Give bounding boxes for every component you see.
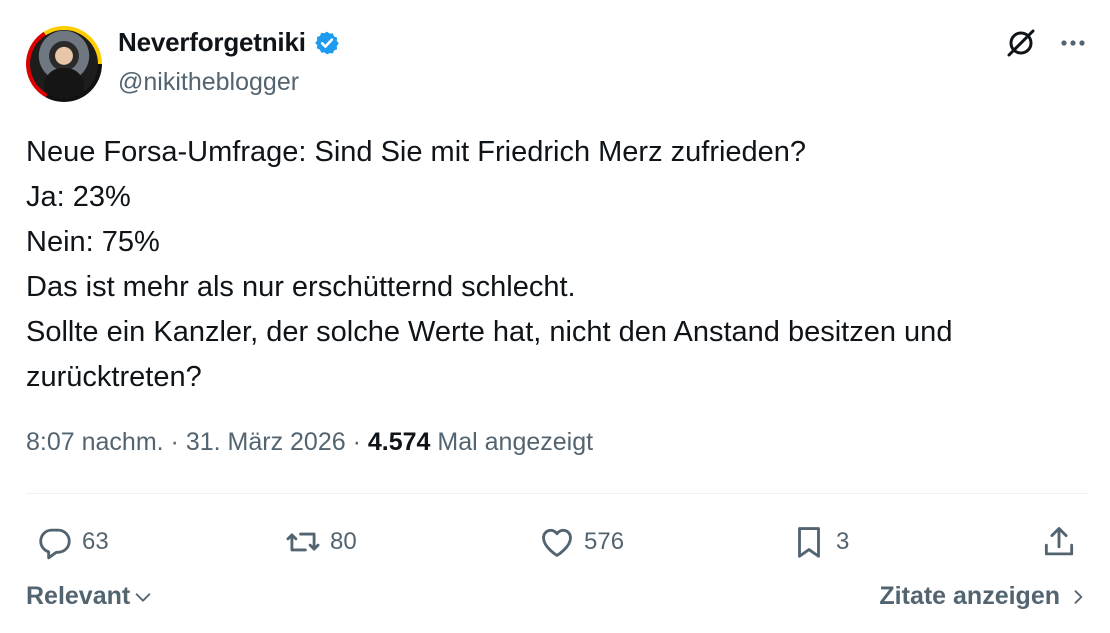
chevron-down-icon (135, 592, 151, 602)
tweet-text-line: Ja: 23% (26, 181, 131, 213)
avatar[interactable] (26, 26, 102, 102)
more-icon[interactable] (1058, 28, 1088, 58)
like-count: 576 (584, 528, 625, 555)
tweet-text: Neue Forsa-Umfrage: Sind Sie mit Friedri… (26, 130, 1086, 400)
verified-badge-icon (314, 31, 339, 54)
share-button[interactable] (1040, 518, 1078, 566)
repost-icon (286, 532, 320, 552)
quotes-label: Zitate anzeigen (879, 582, 1060, 610)
reply-icon (39, 528, 71, 560)
bookmark-count: 3 (836, 528, 850, 555)
tweet-text-line: Das ist mehr als nur erschütternd schlec… (26, 271, 576, 303)
meta-separator: · (170, 428, 179, 456)
tweet-meta: 8:07 nachm. · 31. März 2026 · 4.574 Mal … (26, 428, 593, 457)
like-button[interactable]: 576 (538, 518, 624, 566)
tweet-text-line: Neue Forsa-Umfrage: Sind Sie mit Friedri… (26, 136, 807, 168)
tweet-time[interactable]: 8:07 nachm. (26, 428, 164, 456)
bookmark-icon (798, 527, 820, 558)
grok-icon[interactable] (1004, 26, 1038, 60)
tweet-text-line: Sollte ein Kanzler, der solche Werte hat… (26, 316, 953, 348)
divider (26, 493, 1088, 494)
repost-button[interactable]: 80 (284, 518, 357, 566)
view-quotes-link[interactable]: Zitate anzeigen (879, 582, 1088, 611)
tweet-text-line: zurücktreten? (26, 361, 202, 393)
tweet-footer: Relevant Zitate anzeigen (26, 582, 1088, 622)
chevron-right-icon (1074, 589, 1083, 604)
tweet-date[interactable]: 31. März 2026 (186, 428, 346, 456)
bookmark-button[interactable]: 3 (790, 518, 849, 566)
views-label: Mal angezeigt (437, 428, 594, 456)
reply-button[interactable]: 63 (36, 518, 109, 566)
sort-dropdown[interactable]: Relevant (26, 582, 154, 611)
author-name-row: Neverforgetniki (118, 27, 340, 58)
tweet-top-actions (1004, 26, 1088, 60)
meta-separator: · (352, 428, 361, 456)
share-icon (1044, 527, 1074, 556)
reply-count: 63 (82, 528, 109, 555)
tweet-card: Neverforgetniki @nikitheblogger Neue For… (0, 0, 1110, 633)
sort-label: Relevant (26, 582, 131, 610)
views-count: 4.574 (367, 428, 431, 456)
avatar-photo (30, 30, 98, 98)
tweet-text-line: Nein: 75% (26, 226, 160, 258)
repost-count: 80 (330, 528, 357, 555)
author-handle[interactable]: @nikitheblogger (118, 68, 299, 97)
author-display-name[interactable]: Neverforgetniki (118, 27, 306, 58)
tweet-action-bar: 63 80 576 3 (26, 518, 1088, 566)
heart-icon (542, 528, 572, 557)
